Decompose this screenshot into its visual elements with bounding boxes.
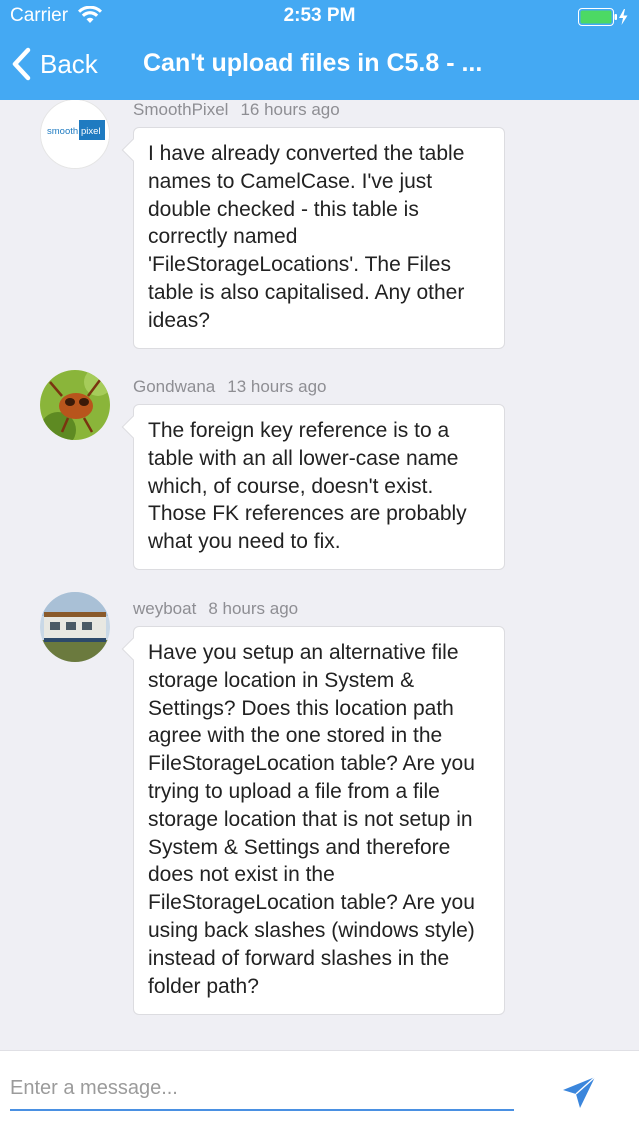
bubble-tail <box>121 637 145 661</box>
send-icon <box>563 1076 596 1108</box>
back-button[interactable]: Back <box>10 44 98 84</box>
author-name: weyboat <box>133 599 197 618</box>
chevron-left-icon <box>12 47 31 81</box>
back-label: Back <box>40 48 98 79</box>
navigation-bar: Back Can't upload files in C5.8 - ... <box>0 36 639 100</box>
message-text: Have you setup an alternative file stora… <box>148 641 475 998</box>
timestamp: 8 hours ago <box>208 599 299 618</box>
timestamp: 16 hours ago <box>240 100 340 119</box>
timestamp: 13 hours ago <box>227 377 327 396</box>
avatar-weyboat[interactable] <box>40 592 110 662</box>
message-input[interactable] <box>10 1067 514 1111</box>
boat-avatar-icon <box>40 592 110 662</box>
page-title: Can't upload files in C5.8 - ... <box>143 49 483 77</box>
author-name: SmoothPixel <box>133 100 229 119</box>
avatar-smoothpixel[interactable]: smooth pixel <box>40 100 110 169</box>
battery-icon <box>578 8 628 26</box>
status-bar: Carrier 2:53 PM <box>0 0 639 36</box>
clock: 2:53 PM <box>283 5 356 26</box>
message-bubble: The foreign key reference is to a table … <box>121 404 505 570</box>
message-composer <box>0 1050 639 1136</box>
send-button[interactable] <box>560 1075 598 1111</box>
message-bubble: Have you setup an alternative file stora… <box>121 626 505 1015</box>
message-bubble: I have already converted the table names… <box>121 127 505 349</box>
svg-text:pixel: pixel <box>81 126 101 137</box>
smoothpixel-logo-icon: smooth pixel <box>41 100 109 168</box>
bubble-tail <box>121 138 145 162</box>
message-meta: weyboat 8 hours ago <box>133 599 298 619</box>
message-text: I have already converted the table names… <box>148 142 465 332</box>
message-meta: SmoothPixel 16 hours ago <box>133 100 340 120</box>
svg-text:smooth: smooth <box>47 126 78 137</box>
message-text: The foreign key reference is to a table … <box>148 419 467 554</box>
message-list[interactable]: smooth pixel SmoothPixel 16 hours ago I h… <box>0 100 639 1050</box>
author-name: Gondwana <box>133 377 216 396</box>
app-header: Carrier 2:53 PM Back Can't upload files … <box>0 0 639 100</box>
avatar-gondwana[interactable] <box>40 370 110 440</box>
ant-avatar-icon <box>40 370 110 440</box>
bubble-tail <box>121 415 145 439</box>
message-meta: Gondwana 13 hours ago <box>133 377 326 397</box>
